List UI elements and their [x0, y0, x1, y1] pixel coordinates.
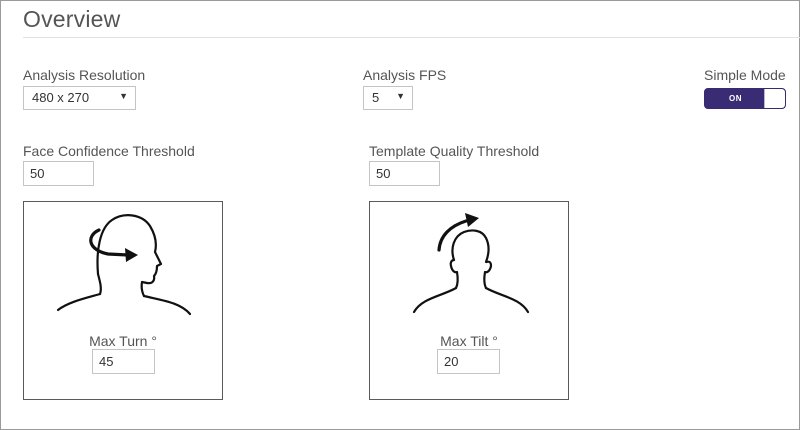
- max-tilt-card: Max Tilt ° 20: [369, 201, 569, 400]
- simple-mode-state: ON: [729, 94, 742, 103]
- analysis-resolution-label: Analysis Resolution: [23, 67, 146, 83]
- max-turn-input[interactable]: 45: [92, 349, 155, 374]
- max-turn-card: Max Turn ° 45: [23, 201, 223, 400]
- max-tilt-label: Max Tilt °: [440, 333, 498, 349]
- analysis-resolution-select[interactable]: 480 x 270 ▼: [23, 86, 136, 110]
- analysis-fps-value: 5: [372, 90, 380, 105]
- simple-mode-toggle[interactable]: ON: [704, 88, 786, 109]
- analysis-resolution-value: 480 x 270: [32, 90, 90, 105]
- caret-down-icon: ▼: [396, 91, 405, 101]
- analysis-fps-select[interactable]: 5 ▼: [363, 86, 413, 110]
- template-quality-input[interactable]: 50: [369, 161, 440, 186]
- face-confidence-label: Face Confidence Threshold: [23, 143, 195, 159]
- face-confidence-input[interactable]: 50: [23, 161, 94, 186]
- page-title: Overview: [23, 6, 121, 32]
- title-divider: [23, 37, 800, 38]
- template-quality-label: Template Quality Threshold: [369, 143, 540, 159]
- max-tilt-input[interactable]: 20: [437, 349, 500, 374]
- max-turn-label: Max Turn °: [89, 333, 157, 349]
- toggle-knob[interactable]: [764, 89, 785, 108]
- simple-mode-label: Simple Mode: [704, 67, 786, 83]
- analysis-fps-label: Analysis FPS: [363, 67, 447, 83]
- caret-down-icon: ▼: [119, 91, 128, 101]
